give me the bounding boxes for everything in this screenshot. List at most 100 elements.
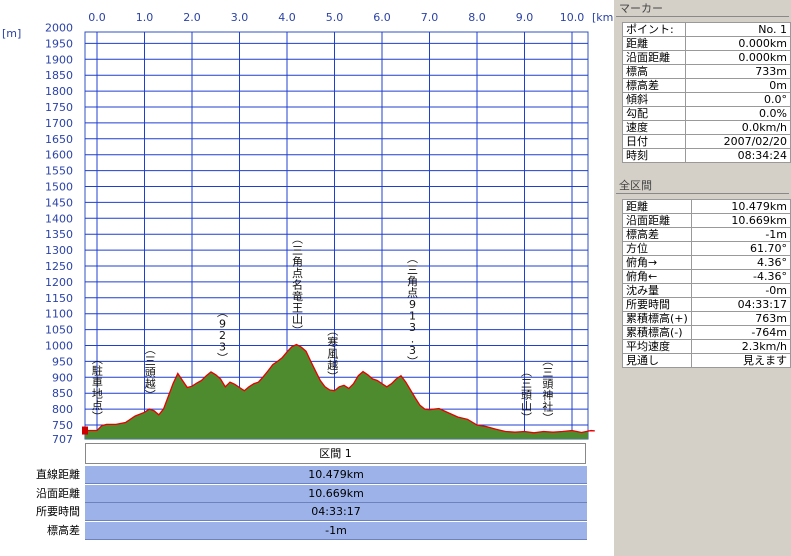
- section-row: 俯角→ 4.36°: [622, 255, 791, 270]
- section-value: 2.3km/h: [690, 339, 791, 354]
- y-tick-label: 800: [52, 403, 73, 416]
- section-value: 10.479km: [690, 199, 791, 214]
- section-label: 方位: [622, 241, 692, 256]
- marker-value: 0.0km/h: [685, 120, 791, 135]
- x-tick-label: 0.0: [88, 11, 106, 24]
- marker-row: 標高 733m: [622, 64, 791, 79]
- y-tick-label: 1950: [45, 37, 73, 50]
- section-label: 累積標高(-): [622, 325, 692, 340]
- section-value: -0m: [690, 283, 791, 298]
- x-tick-label: 5.0: [326, 11, 344, 24]
- section-row: 沈み量 -0m: [622, 283, 791, 298]
- marker-label: 標高差: [622, 78, 686, 93]
- y-tick-label: 1150: [45, 292, 73, 305]
- section-row: 累積標高(+) 763m: [622, 311, 791, 326]
- y-tick-label: 1350: [45, 228, 73, 241]
- segment-summary-value: 10.479km: [85, 466, 587, 484]
- marker-row: 傾斜 0.0°: [622, 92, 791, 107]
- section-value: 763m: [690, 311, 791, 326]
- marker-value: No. 1: [685, 22, 791, 37]
- marker-label: 速度: [622, 120, 686, 135]
- marker-label: 勾配: [622, 106, 686, 121]
- section-value: -1m: [690, 227, 791, 242]
- marker-label: 傾斜: [622, 92, 686, 107]
- section-label: 平均速度: [622, 339, 692, 354]
- x-tick-label: 1.0: [136, 11, 154, 24]
- y-tick-label: 850: [52, 387, 73, 400]
- marker-point[interactable]: [82, 426, 88, 435]
- annotation-label: ︵三頭山︶: [521, 366, 532, 425]
- section-row: 沿面距離 10.669km: [622, 213, 791, 228]
- section-label: 所要時間: [622, 297, 692, 312]
- marker-label: 標高: [622, 64, 686, 79]
- section-label: 標高差: [622, 227, 692, 242]
- segment-header[interactable]: 区間 1: [85, 443, 586, 464]
- section-row: 俯角← -4.36°: [622, 269, 791, 284]
- section-label: 俯角→: [622, 255, 692, 270]
- marker-label: ポイント:: [622, 22, 686, 37]
- section-label: 距離: [622, 199, 692, 214]
- y-tick-label: 1450: [45, 196, 73, 209]
- y-tick-label: 1750: [45, 101, 73, 114]
- marker-label: 時刻: [622, 148, 686, 163]
- marker-label: 日付: [622, 134, 686, 149]
- marker-value: 0.0°: [685, 92, 791, 107]
- annotation-label: ︵駐車地点︶: [92, 353, 103, 424]
- y-tick-label: 2000: [45, 22, 73, 35]
- marker-value: 0.000km: [685, 36, 791, 51]
- section-value: 4.36°: [690, 255, 791, 270]
- segment-summary-value: -1m: [85, 521, 587, 540]
- y-tick-label: 950: [52, 355, 73, 368]
- segment-summary-label: 直線距離: [36, 468, 80, 481]
- y-tick-label: 1850: [45, 69, 73, 82]
- marker-value: 2007/02/20: [685, 134, 791, 149]
- segment-summary-label: 沿面距離: [36, 486, 80, 500]
- marker-label: 沿面距離: [622, 50, 686, 65]
- section-row: 見通し 見えます: [622, 353, 791, 368]
- section-row: 累積標高(-) -764m: [622, 325, 791, 340]
- marker-row: 標高差 0m: [622, 78, 791, 93]
- section-value: 見えます: [690, 353, 791, 368]
- section-value: -4.36°: [690, 269, 791, 284]
- marker-value: 08:34:24: [685, 148, 791, 163]
- section-row: 所要時間 04:33:17: [622, 297, 791, 312]
- y-tick-label: 1550: [45, 165, 73, 178]
- x-tick-label: 6.0: [373, 11, 391, 24]
- y-tick-labels: 2000 1950 1900 1850 1800 1750 1700 1650 1600 1550…: [45, 22, 73, 444]
- x-tick-label: 3.0: [231, 11, 249, 24]
- marker-row: ポイント: No. 1: [622, 22, 791, 37]
- elevation-chart[interactable]: 2000 1950 1900 1850 1800 1750 1700 1650 1600 1550…: [0, 0, 614, 443]
- x-tick-label: 2.0: [183, 11, 201, 24]
- marker-value: 733m: [685, 64, 791, 79]
- segment-summary-label: 所要時間: [36, 505, 80, 518]
- section-row: 距離 10.479km: [622, 199, 791, 214]
- marker-row: 日付 2007/02/20: [622, 134, 791, 149]
- section-row: 方位 61.70°: [622, 241, 791, 256]
- x-tick-label: 4.0: [278, 11, 296, 24]
- marker-row: 速度 0.0km/h: [622, 120, 791, 135]
- y-tick-label: 1600: [45, 149, 73, 162]
- y-tick-label: 1900: [45, 53, 73, 66]
- segment-summary-value: 04:33:17: [85, 503, 587, 521]
- y-tick-label: 1200: [45, 276, 73, 289]
- marker-row: 距離 0.000km: [622, 36, 791, 51]
- section-label: 沈み量: [622, 283, 692, 298]
- marker-table: ポイント: No. 1 距離 0.000km 沿面距離 0.000km 標高 733m 標高差 0…: [622, 22, 791, 163]
- annotation-label: ︵三角点名竜王山︶: [292, 233, 303, 338]
- y-tick-label: 707: [52, 433, 73, 443]
- annotation-label: ︵三頭越︶: [145, 343, 156, 402]
- marker-label: 距離: [622, 36, 686, 51]
- segment-summary-label: 標高差: [47, 523, 80, 537]
- y-tick-label: 1650: [45, 133, 73, 146]
- marker-value: 0.0%: [685, 106, 791, 121]
- marker-row: 勾配 0.0%: [622, 106, 791, 121]
- section-row: 平均速度 2.3km/h: [622, 339, 791, 354]
- section-value: 04:33:17: [690, 297, 791, 312]
- y-tick-label: 1250: [45, 260, 73, 273]
- section-value: -764m: [690, 325, 791, 340]
- section-panel-title: 全区間: [616, 178, 789, 194]
- annotation-label: ︵三頭神社︶: [542, 355, 553, 426]
- y-tick-label: 1700: [45, 117, 73, 130]
- marker-value: 0.000km: [685, 50, 791, 65]
- section-label: 累積標高(+): [622, 311, 692, 326]
